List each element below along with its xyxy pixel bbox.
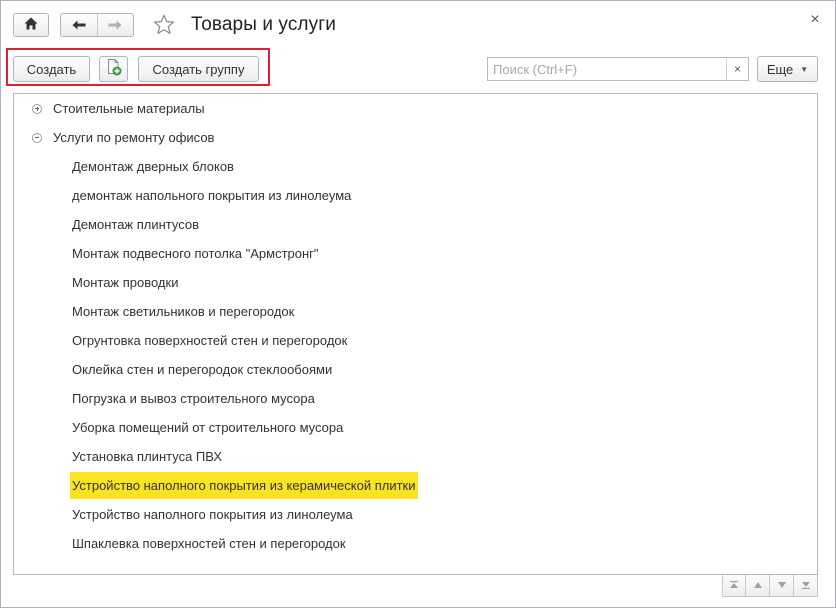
tree-row-label: Установка плинтуса ПВХ <box>72 449 223 464</box>
scroll-up-icon <box>753 581 763 591</box>
tree-row-label: Стоительные материалы <box>53 101 205 116</box>
tree-item-row-selected[interactable]: Устройство наполного покрытия из керамич… <box>70 471 418 500</box>
tree-row-label: Устройство наполного покрытия из линолеу… <box>72 507 353 522</box>
tree-row-label: демонтаж напольного покрытия из линолеум… <box>72 188 352 203</box>
tree-item-row[interactable]: Монтаж подвесного потолка "Армстронг" <box>70 239 321 268</box>
more-actions-button[interactable]: Еще ▼ <box>757 56 818 82</box>
tree-row-label: Устройство наполного покрытия из керамич… <box>70 472 418 499</box>
tree-item-row[interactable]: Демонтаж дверных блоков <box>70 152 236 181</box>
tree-row-label: Огрунтовка поверхностей стен и перегород… <box>72 333 348 348</box>
tree-item-row[interactable]: демонтаж напольного покрытия из линолеум… <box>70 181 353 210</box>
tree-row-label: Монтаж светильников и перегородок <box>72 304 295 319</box>
collapse-icon[interactable] <box>32 132 42 143</box>
search-input[interactable] <box>488 58 726 80</box>
tree-item-row[interactable]: Шпаклевка поверхностей стен и перегородо… <box>70 529 348 558</box>
more-actions-label: Еще <box>766 61 794 77</box>
search-clear-button[interactable]: × <box>726 58 748 80</box>
tree-row-label: Погрузка и вывоз строительного мусора <box>72 391 315 406</box>
tree-item-row[interactable]: Устройство наполного покрытия из линолеу… <box>70 500 355 529</box>
tree-row-label: Оклейка стен и перегородок стеклообоями <box>72 362 333 377</box>
scroll-down-icon <box>777 581 787 591</box>
scroll-down-button[interactable] <box>770 575 794 597</box>
page-title: Товары и услуги <box>191 14 336 35</box>
list-scroll-buttons <box>722 575 818 597</box>
arrow-left-icon <box>72 18 86 33</box>
scroll-top-button[interactable] <box>722 575 746 597</box>
tree-group-row[interactable]: Услуги по ремонту офисов <box>32 123 216 152</box>
create-copy-button[interactable] <box>99 56 128 82</box>
window: Товары и услуги × Создать Создать группу… <box>0 0 836 608</box>
scroll-up-button[interactable] <box>746 575 770 597</box>
favorite-button[interactable] <box>151 13 177 39</box>
create-copy-icon <box>106 59 122 79</box>
tree-row-label: Уборка помещений от строительного мусора <box>72 420 344 435</box>
tree-row-label: Шпаклевка поверхностей стен и перегородо… <box>72 536 346 551</box>
close-icon[interactable]: × <box>807 12 823 28</box>
scroll-bottom-button[interactable] <box>794 575 818 597</box>
tree-list[interactable]: Стоительные материалы Услуги по ремонту о… <box>13 93 818 575</box>
tree-item-row[interactable]: Огрунтовка поверхностей стен и перегород… <box>70 326 349 355</box>
expand-icon[interactable] <box>32 103 42 114</box>
home-icon <box>24 17 38 33</box>
tree-group-row[interactable]: Стоительные материалы <box>32 94 207 123</box>
scroll-bottom-icon <box>801 581 811 591</box>
chevron-down-icon: ▼ <box>800 64 809 74</box>
forward-button[interactable] <box>96 14 134 36</box>
tree-row-label: Монтаж проводки <box>72 275 179 290</box>
tree-item-row[interactable]: Демонтаж плинтусов <box>70 210 201 239</box>
tree-item-row[interactable]: Уборка помещений от строительного мусора <box>70 413 345 442</box>
tree-row-label: Демонтаж плинтусов <box>72 217 200 232</box>
create-group-button[interactable]: Создать группу <box>138 56 259 82</box>
back-button[interactable] <box>61 14 97 36</box>
home-button[interactable] <box>13 13 49 37</box>
arrow-right-icon <box>108 18 122 33</box>
create-button[interactable]: Создать <box>13 56 90 82</box>
tree-row-label: Демонтаж дверных блоков <box>72 159 234 174</box>
tree-item-row[interactable]: Погрузка и вывоз строительного мусора <box>70 384 317 413</box>
history-navigation <box>60 13 134 37</box>
tree-row-label: Монтаж подвесного потолка "Армстронг" <box>72 246 319 261</box>
tree-row-label: Услуги по ремонту офисов <box>53 130 215 145</box>
tree-item-row[interactable]: Монтаж проводки <box>70 268 180 297</box>
tree-item-row[interactable]: Оклейка стен и перегородок стеклообоями <box>70 355 334 384</box>
tree-item-row[interactable]: Монтаж светильников и перегородок <box>70 297 296 326</box>
star-outline-icon <box>153 14 175 38</box>
scroll-top-icon <box>729 580 739 591</box>
tree-item-row[interactable]: Установка плинтуса ПВХ <box>70 442 224 471</box>
search-field: × <box>487 57 749 81</box>
